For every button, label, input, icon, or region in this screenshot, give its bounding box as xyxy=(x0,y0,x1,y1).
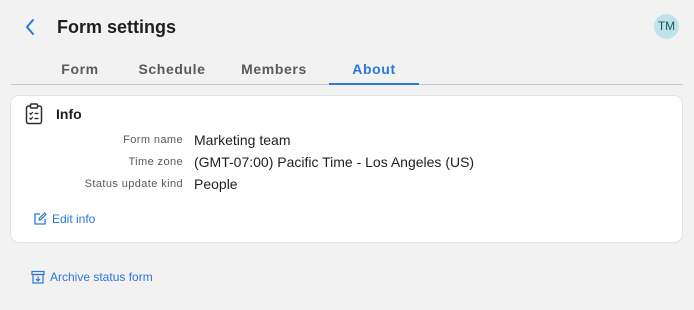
clipboard-list-icon xyxy=(25,103,43,125)
field-value: People xyxy=(194,176,238,192)
info-title: Info xyxy=(56,106,82,122)
edit-info-link[interactable]: Edit info xyxy=(33,212,95,226)
field-label: Form name xyxy=(123,134,183,146)
tab-bar: Form Schedule Members About xyxy=(11,55,683,85)
edit-icon xyxy=(34,212,47,225)
field-label: Time zone xyxy=(128,156,183,168)
info-row-status-update-kind: Status update kind People xyxy=(11,176,681,196)
tab-form[interactable]: Form xyxy=(47,55,113,84)
field-value: (GMT-07:00) Pacific Time - Los Angeles (… xyxy=(194,154,475,170)
edit-info-label: Edit info xyxy=(52,212,96,226)
chevron-left-icon xyxy=(26,19,34,35)
archive-form-label: Archive status form xyxy=(50,270,153,284)
info-card: Info Form name Marketing team Time zone … xyxy=(10,95,683,243)
top-bar: Form settings TM xyxy=(0,0,694,55)
tab-about[interactable]: About xyxy=(329,55,419,85)
info-row-time-zone: Time zone (GMT-07:00) Pacific Time - Los… xyxy=(11,154,681,174)
tab-schedule[interactable]: Schedule xyxy=(131,55,213,84)
archive-form-link[interactable]: Archive status form xyxy=(31,270,153,284)
field-label: Status update kind xyxy=(84,178,183,190)
field-value: Marketing team xyxy=(194,132,291,148)
page-title: Form settings xyxy=(57,17,177,37)
info-row-form-name: Form name Marketing team xyxy=(11,132,681,152)
tab-members[interactable]: Members xyxy=(231,55,317,84)
archive-icon xyxy=(31,270,45,284)
back-button[interactable] xyxy=(18,14,42,40)
avatar[interactable]: TM xyxy=(654,14,679,39)
